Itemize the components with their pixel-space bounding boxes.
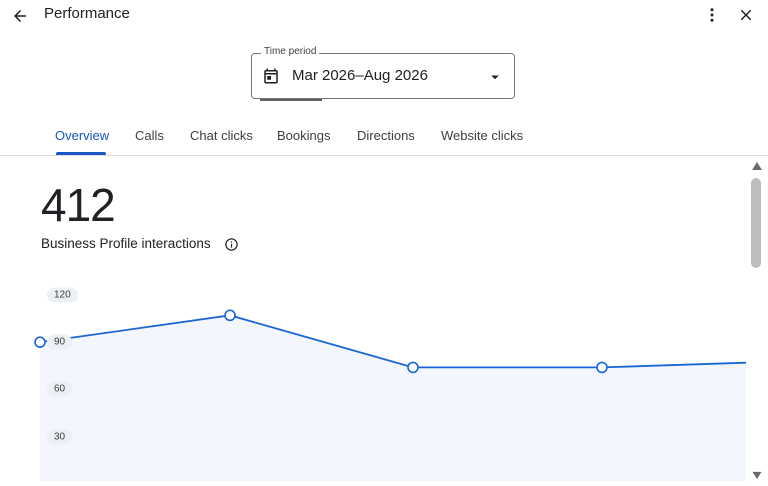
tab-bookings[interactable]: Bookings: [277, 128, 330, 143]
scroll-down-arrow-icon[interactable]: [750, 470, 764, 480]
calendar-icon: [261, 66, 281, 86]
tab-overview[interactable]: Overview: [55, 128, 109, 143]
chart-point[interactable]: [34, 336, 46, 348]
interactions-chart: 120 90 60 30: [0, 270, 748, 481]
time-period-label: Time period: [261, 46, 320, 57]
scroll-up-arrow-icon[interactable]: [750, 160, 764, 172]
time-period-focus-underline: [260, 99, 322, 101]
metric-label: Business Profile interactions: [41, 236, 211, 251]
y-tick-label: 30: [47, 429, 73, 445]
chart-point[interactable]: [224, 309, 236, 322]
more-vert-icon[interactable]: [700, 4, 724, 26]
back-arrow-icon[interactable]: [9, 5, 31, 27]
chart-point[interactable]: [407, 361, 419, 374]
scrollbar-thumb[interactable]: [751, 178, 761, 268]
tab-divider: [0, 155, 768, 156]
page-title: Performance: [44, 5, 130, 22]
chart-area: [40, 315, 746, 481]
tab-website-clicks[interactable]: Website clicks: [441, 128, 523, 143]
interactions-total: 412: [41, 179, 116, 231]
dropdown-arrow-icon[interactable]: [485, 67, 505, 87]
y-tick-label: 120: [47, 287, 78, 303]
y-tick-label: 60: [47, 381, 73, 397]
tab-directions[interactable]: Directions: [357, 128, 415, 143]
info-icon[interactable]: [224, 237, 239, 252]
time-period-value: Mar 2026–Aug 2026: [292, 67, 428, 84]
tab-bar: Overview Calls Chat clicks Bookings Dire…: [0, 120, 768, 156]
close-icon[interactable]: [734, 4, 758, 26]
chart-point[interactable]: [596, 361, 608, 374]
chart-svg: [34, 309, 747, 481]
y-tick-label: 90: [47, 334, 73, 350]
tab-chat-clicks[interactable]: Chat clicks: [190, 128, 253, 143]
tab-calls[interactable]: Calls: [135, 128, 164, 143]
